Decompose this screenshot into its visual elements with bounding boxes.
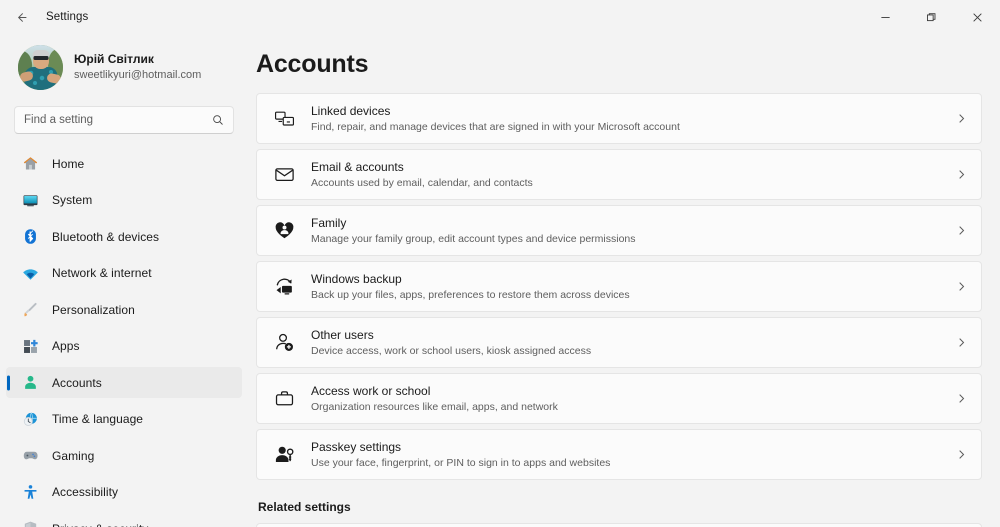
wifi-icon [22, 265, 39, 282]
sidebar: Юрій Світлик sweetlikyuri@hotmail.com Fi… [0, 34, 248, 527]
settings-card-list: Linked devices Find, repair, and manage … [256, 93, 982, 480]
card-title: Windows backup [311, 271, 402, 286]
family-heart-icon [273, 220, 295, 242]
restore-icon [926, 12, 935, 21]
settings-window: Settings Юрій Світлик sweetlikyuri@hotma… [0, 0, 1000, 527]
chevron-right-icon [956, 449, 967, 460]
gamepad-icon [22, 447, 39, 464]
related-settings-heading: Related settings [258, 500, 351, 514]
restore-button[interactable] [908, 0, 954, 34]
avatar [18, 44, 63, 90]
back-button[interactable] [6, 2, 36, 32]
system-icon [22, 192, 39, 209]
card-subtitle: Manage your family group, edit account t… [311, 232, 636, 245]
search-icon [212, 114, 224, 126]
sidebar-item-apps[interactable]: Apps [6, 331, 242, 362]
sidebar-item-bluetooth-devices[interactable]: Bluetooth & devices [6, 221, 242, 252]
page-title: Accounts [256, 50, 369, 78]
card-title: Linked devices [311, 103, 391, 118]
sidebar-item-label: System [52, 193, 93, 207]
settings-card-windows-backup[interactable]: Windows backup Back up your files, apps,… [256, 261, 982, 312]
chevron-right-icon [956, 337, 967, 348]
sidebar-item-accessibility[interactable]: Accessibility [6, 477, 242, 508]
card-title: Email & accounts [311, 159, 404, 174]
sidebar-item-home[interactable]: Home [6, 148, 242, 179]
card-subtitle: Organization resources like email, apps,… [311, 400, 558, 413]
home-icon [22, 155, 39, 172]
sidebar-item-gaming[interactable]: Gaming [6, 440, 242, 471]
minimize-icon [880, 16, 890, 18]
sidebar-item-personalization[interactable]: Personalization [6, 294, 242, 325]
chevron-right-icon [956, 225, 967, 236]
window-controls [862, 0, 1000, 34]
window-body: Юрій Світлик sweetlikyuri@hotmail.com Fi… [0, 34, 1000, 527]
paintbrush-icon [22, 301, 39, 318]
card-subtitle: Use your face, fingerprint, or PIN to si… [311, 456, 611, 469]
window-title: Settings [46, 11, 89, 23]
apps-icon [22, 338, 39, 355]
settings-card-other-users[interactable]: Other users Device access, work or schoo… [256, 317, 982, 368]
card-title: Access work or school [311, 383, 431, 398]
sidebar-item-time-language[interactable]: Time & language [6, 404, 242, 435]
sidebar-item-label: Accounts [52, 375, 102, 390]
account-header[interactable]: Юрій Світлик sweetlikyuri@hotmail.com [0, 34, 248, 92]
title-bar: Settings [0, 0, 1000, 34]
close-button[interactable] [954, 0, 1000, 34]
account-email: sweetlikyuri@hotmail.com [74, 69, 202, 81]
sidebar-item-privacy-security[interactable]: Privacy & security [6, 513, 242, 527]
settings-card-account-privacy[interactable]: Account privacy [256, 523, 982, 527]
settings-card-family[interactable]: Family Manage your family group, edit ac… [256, 205, 982, 256]
back-arrow-icon [17, 12, 26, 22]
sidebar-item-label: Home [52, 156, 85, 171]
bluetooth-icon [22, 228, 39, 245]
settings-card-passkey-settings[interactable]: Passkey settings Use your face, fingerpr… [256, 429, 982, 480]
chevron-right-icon [956, 281, 967, 292]
related-settings-list: Account privacy [256, 523, 982, 527]
search-input[interactable] [24, 114, 206, 126]
add-user-icon [273, 332, 295, 354]
sidebar-item-label: Accessibility [52, 485, 118, 499]
minimize-button[interactable] [862, 0, 908, 34]
passkey-icon [273, 444, 295, 466]
sidebar-item-label: Privacy & security [52, 523, 148, 527]
backup-icon [273, 276, 295, 298]
settings-card-linked-devices[interactable]: Linked devices Find, repair, and manage … [256, 93, 982, 144]
envelope-icon [273, 164, 295, 186]
sidebar-item-system[interactable]: System [6, 185, 242, 216]
sidebar-item-label: Network & internet [52, 266, 152, 280]
close-icon [972, 12, 982, 22]
shield-icon [22, 520, 39, 527]
person-icon [22, 374, 39, 391]
sidebar-item-label: Apps [52, 339, 80, 353]
card-subtitle: Device access, work or school users, kio… [311, 344, 592, 357]
chevron-right-icon [956, 393, 967, 404]
sidebar-item-label: Bluetooth & devices [52, 229, 160, 244]
settings-card-email-accounts[interactable]: Email & accounts Accounts used by email,… [256, 149, 982, 200]
sidebar-item-network-internet[interactable]: Network & internet [6, 258, 242, 289]
card-title: Passkey settings [311, 439, 402, 454]
globe-clock-icon [22, 411, 39, 428]
search-box[interactable] [14, 106, 234, 134]
search-container [0, 92, 248, 134]
accessibility-icon [22, 484, 39, 501]
card-subtitle: Accounts used by email, calendar, and co… [311, 176, 533, 189]
main-content: Accounts Linked devices Find, repair, an… [248, 34, 1000, 527]
sidebar-item-accounts[interactable]: Accounts [6, 367, 242, 398]
sidebar-nav: Home System Bluetooth & devices Network … [0, 148, 248, 527]
chevron-right-icon [956, 169, 967, 180]
card-subtitle: Back up your files, apps, preferences to… [311, 288, 630, 301]
sidebar-item-label: Personalization [52, 302, 135, 317]
chevron-right-icon [956, 113, 967, 124]
linked-devices-icon [273, 108, 295, 130]
account-name: Юрій Світлик [74, 52, 154, 66]
sidebar-item-label: Time & language [52, 412, 144, 426]
briefcase-icon [273, 388, 295, 410]
settings-card-access-work-school[interactable]: Access work or school Organization resou… [256, 373, 982, 424]
sidebar-item-label: Gaming [52, 448, 95, 463]
card-title: Other users [311, 327, 374, 342]
card-subtitle: Find, repair, and manage devices that ar… [311, 120, 680, 133]
card-title: Family [311, 215, 347, 230]
